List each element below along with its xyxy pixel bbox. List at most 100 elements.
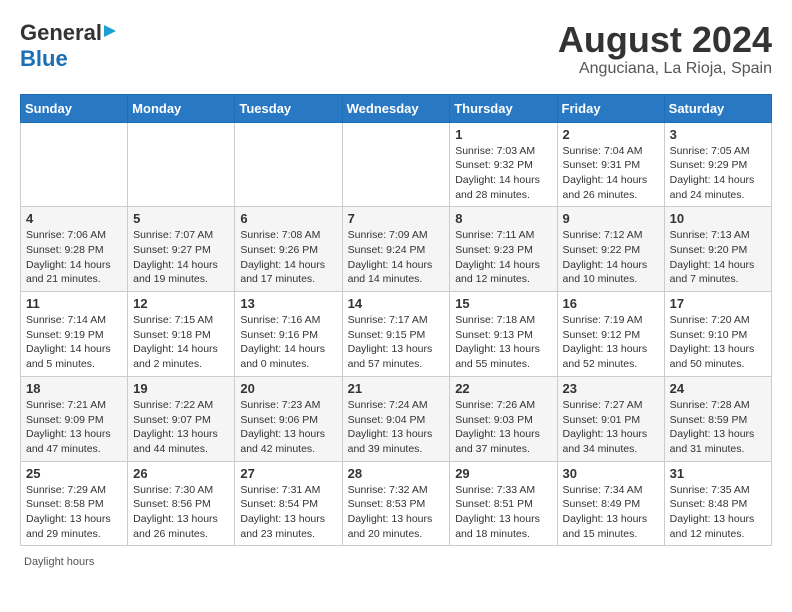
calendar-cell: 19 Sunrise: 7:22 AM Sunset: 9:07 PM Dayli… xyxy=(128,376,235,461)
calendar-cell: 3 Sunrise: 7:05 AM Sunset: 9:29 PM Daylig… xyxy=(664,122,771,207)
day-number: 21 xyxy=(348,381,445,396)
calendar-cell: 4 Sunrise: 7:06 AM Sunset: 9:28 PM Daylig… xyxy=(21,207,128,292)
day-number: 23 xyxy=(563,381,659,396)
day-number: 14 xyxy=(348,296,445,311)
calendar-cell: 5 Sunrise: 7:07 AM Sunset: 9:27 PM Daylig… xyxy=(128,207,235,292)
day-info: Sunrise: 7:29 AM Sunset: 8:58 PM Dayligh… xyxy=(26,483,122,542)
calendar-cell xyxy=(235,122,342,207)
header-day-friday: Friday xyxy=(557,94,664,122)
calendar-cell: 14 Sunrise: 7:17 AM Sunset: 9:15 PM Dayli… xyxy=(342,292,450,377)
day-info: Sunrise: 7:04 AM Sunset: 9:31 PM Dayligh… xyxy=(563,144,659,203)
day-number: 12 xyxy=(133,296,229,311)
calendar-cell: 13Sunrise: 7:16 AM Sunset: 9:16 PM Dayli… xyxy=(235,292,342,377)
day-number: 17 xyxy=(670,296,766,311)
day-number: 10 xyxy=(670,211,766,226)
header-day-monday: Monday xyxy=(128,94,235,122)
header-day-saturday: Saturday xyxy=(664,94,771,122)
day-number: 30 xyxy=(563,466,659,481)
day-info: Sunrise: 7:33 AM Sunset: 8:51 PM Dayligh… xyxy=(455,483,551,542)
day-info: Sunrise: 7:28 AM Sunset: 8:59 PM Dayligh… xyxy=(670,398,766,457)
day-info: Sunrise: 7:05 AM Sunset: 9:29 PM Dayligh… xyxy=(670,144,766,203)
day-info: Sunrise: 7:17 AM Sunset: 9:15 PM Dayligh… xyxy=(348,313,445,372)
week-row: 25 Sunrise: 7:29 AM Sunset: 8:58 PM Dayli… xyxy=(21,461,772,546)
day-info: Sunrise: 7:35 AM Sunset: 8:48 PM Dayligh… xyxy=(670,483,766,542)
calendar-cell: 17 Sunrise: 7:20 AM Sunset: 9:10 PM Dayli… xyxy=(664,292,771,377)
day-info: Sunrise: 7:20 AM Sunset: 9:10 PM Dayligh… xyxy=(670,313,766,372)
header-day-wednesday: Wednesday xyxy=(342,94,450,122)
day-number: 22 xyxy=(455,381,551,396)
day-info: Sunrise: 7:31 AM Sunset: 8:54 PM Dayligh… xyxy=(240,483,336,542)
day-number: 3 xyxy=(670,127,766,142)
day-info: Sunrise: 7:22 AM Sunset: 9:07 PM Dayligh… xyxy=(133,398,229,457)
calendar-cell: 30Sunrise: 7:34 AM Sunset: 8:49 PM Dayli… xyxy=(557,461,664,546)
day-number: 27 xyxy=(240,466,336,481)
day-info: Sunrise: 7:23 AM Sunset: 9:06 PM Dayligh… xyxy=(240,398,336,457)
calendar-cell: 25 Sunrise: 7:29 AM Sunset: 8:58 PM Dayli… xyxy=(21,461,128,546)
calendar-cell: 12Sunrise: 7:15 AM Sunset: 9:18 PM Dayli… xyxy=(128,292,235,377)
day-number: 26 xyxy=(133,466,229,481)
logo: General Blue xyxy=(20,20,120,72)
day-number: 15 xyxy=(455,296,551,311)
daylight-note: Daylight hours xyxy=(20,556,772,568)
day-number: 4 xyxy=(26,211,122,226)
day-info: Sunrise: 7:07 AM Sunset: 9:27 PM Dayligh… xyxy=(133,228,229,287)
calendar-cell: 6 Sunrise: 7:08 AM Sunset: 9:26 PM Daylig… xyxy=(235,207,342,292)
day-info: Sunrise: 7:27 AM Sunset: 9:01 PM Dayligh… xyxy=(563,398,659,457)
day-info: Sunrise: 7:03 AM Sunset: 9:32 PM Dayligh… xyxy=(455,144,551,203)
calendar-cell: 29Sunrise: 7:33 AM Sunset: 8:51 PM Dayli… xyxy=(450,461,557,546)
logo-general-text: General xyxy=(20,20,102,46)
day-number: 19 xyxy=(133,381,229,396)
calendar-header: SundayMondayTuesdayWednesdayThursdayFrid… xyxy=(21,94,772,122)
calendar-cell: 31 Sunrise: 7:35 AM Sunset: 8:48 PM Dayli… xyxy=(664,461,771,546)
day-info: Sunrise: 7:24 AM Sunset: 9:04 PM Dayligh… xyxy=(348,398,445,457)
calendar-cell: 10 Sunrise: 7:13 AM Sunset: 9:20 PM Dayli… xyxy=(664,207,771,292)
calendar-cell: 23 Sunrise: 7:27 AM Sunset: 9:01 PM Dayli… xyxy=(557,376,664,461)
day-info: Sunrise: 7:18 AM Sunset: 9:13 PM Dayligh… xyxy=(455,313,551,372)
logo-blue-text: Blue xyxy=(20,46,68,71)
calendar-table: SundayMondayTuesdayWednesdayThursdayFrid… xyxy=(20,94,772,547)
day-info: Sunrise: 7:09 AM Sunset: 9:24 PM Dayligh… xyxy=(348,228,445,287)
day-info: Sunrise: 7:12 AM Sunset: 9:22 PM Dayligh… xyxy=(563,228,659,287)
calendar-cell: 2Sunrise: 7:04 AM Sunset: 9:31 PM Daylig… xyxy=(557,122,664,207)
calendar-cell: 8 Sunrise: 7:11 AM Sunset: 9:23 PM Daylig… xyxy=(450,207,557,292)
day-number: 24 xyxy=(670,381,766,396)
day-info: Sunrise: 7:21 AM Sunset: 9:09 PM Dayligh… xyxy=(26,398,122,457)
location-title: Anguciana, La Rioja, Spain xyxy=(558,60,772,78)
calendar-cell: 26 Sunrise: 7:30 AM Sunset: 8:56 PM Dayli… xyxy=(128,461,235,546)
calendar-cell: 20 Sunrise: 7:23 AM Sunset: 9:06 PM Dayli… xyxy=(235,376,342,461)
day-info: Sunrise: 7:08 AM Sunset: 9:26 PM Dayligh… xyxy=(240,228,336,287)
day-info: Sunrise: 7:13 AM Sunset: 9:20 PM Dayligh… xyxy=(670,228,766,287)
week-row: 11Sunrise: 7:14 AM Sunset: 9:19 PM Dayli… xyxy=(21,292,772,377)
calendar-cell: 16Sunrise: 7:19 AM Sunset: 9:12 PM Dayli… xyxy=(557,292,664,377)
title-area: August 2024 Anguciana, La Rioja, Spain xyxy=(558,20,772,78)
day-info: Sunrise: 7:11 AM Sunset: 9:23 PM Dayligh… xyxy=(455,228,551,287)
day-number: 31 xyxy=(670,466,766,481)
calendar-cell: 9 Sunrise: 7:12 AM Sunset: 9:22 PM Daylig… xyxy=(557,207,664,292)
header-day-tuesday: Tuesday xyxy=(235,94,342,122)
day-number: 7 xyxy=(348,211,445,226)
day-info: Sunrise: 7:30 AM Sunset: 8:56 PM Dayligh… xyxy=(133,483,229,542)
calendar-body: 1Sunrise: 7:03 AM Sunset: 9:32 PM Daylig… xyxy=(21,122,772,546)
day-info: Sunrise: 7:16 AM Sunset: 9:16 PM Dayligh… xyxy=(240,313,336,372)
day-number: 20 xyxy=(240,381,336,396)
calendar-cell: 21 Sunrise: 7:24 AM Sunset: 9:04 PM Dayli… xyxy=(342,376,450,461)
calendar-cell: 27 Sunrise: 7:31 AM Sunset: 8:54 PM Dayli… xyxy=(235,461,342,546)
day-info: Sunrise: 7:14 AM Sunset: 9:19 PM Dayligh… xyxy=(26,313,122,372)
week-row: 1Sunrise: 7:03 AM Sunset: 9:32 PM Daylig… xyxy=(21,122,772,207)
calendar-cell: 18Sunrise: 7:21 AM Sunset: 9:09 PM Dayli… xyxy=(21,376,128,461)
page-header: General Blue August 2024 Anguciana, La R… xyxy=(20,20,772,78)
header-row: SundayMondayTuesdayWednesdayThursdayFrid… xyxy=(21,94,772,122)
day-number: 9 xyxy=(563,211,659,226)
week-row: 4 Sunrise: 7:06 AM Sunset: 9:28 PM Daylig… xyxy=(21,207,772,292)
week-row: 18Sunrise: 7:21 AM Sunset: 9:09 PM Dayli… xyxy=(21,376,772,461)
day-info: Sunrise: 7:06 AM Sunset: 9:28 PM Dayligh… xyxy=(26,228,122,287)
header-day-sunday: Sunday xyxy=(21,94,128,122)
day-number: 16 xyxy=(563,296,659,311)
day-number: 5 xyxy=(133,211,229,226)
day-number: 8 xyxy=(455,211,551,226)
day-number: 6 xyxy=(240,211,336,226)
day-number: 25 xyxy=(26,466,122,481)
month-title: August 2024 xyxy=(558,20,772,60)
calendar-cell xyxy=(128,122,235,207)
calendar-cell xyxy=(21,122,128,207)
